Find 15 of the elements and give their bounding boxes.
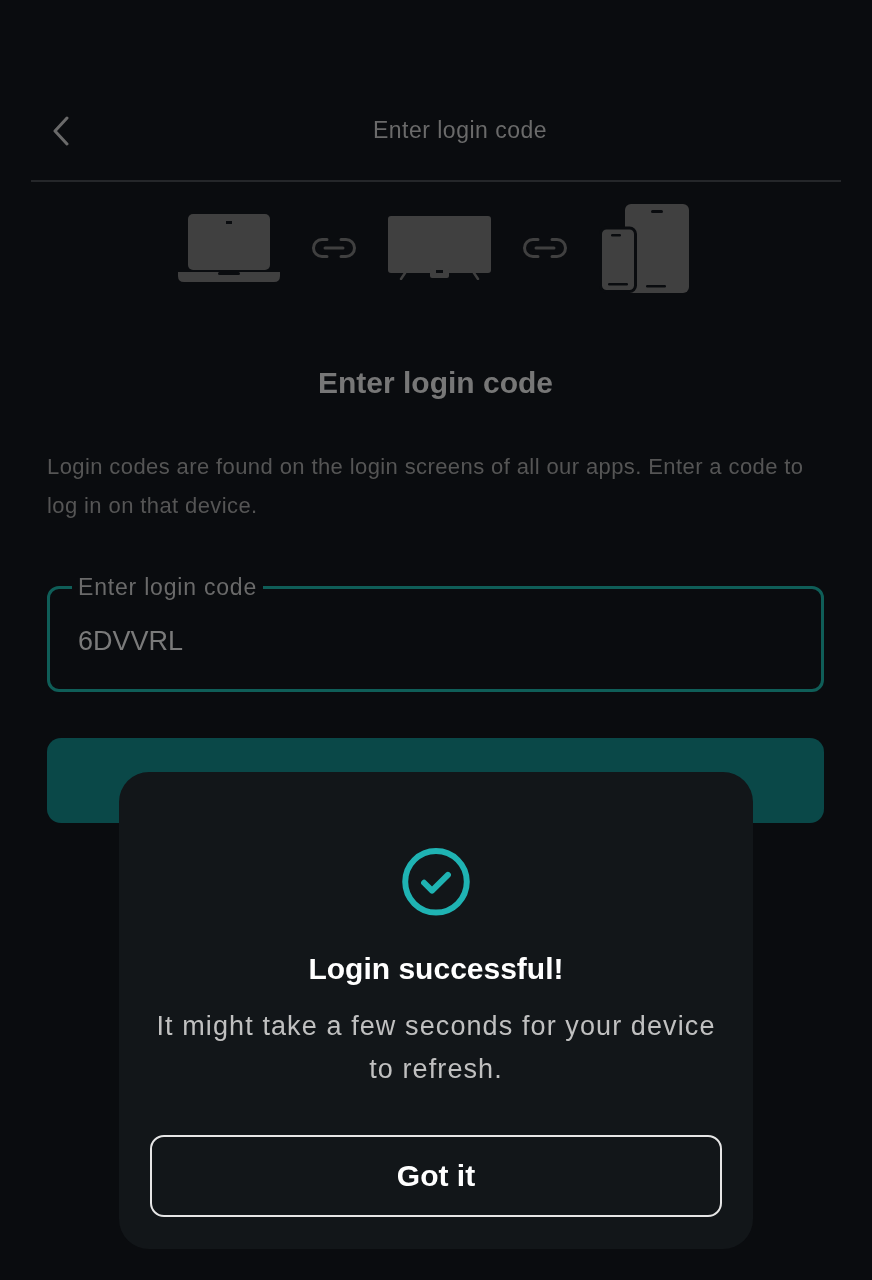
section-heading: Enter login code: [317, 366, 554, 400]
dialog-message: It might take a few seconds for your device to refresh.: [155, 1009, 717, 1086]
description-text: Login codes are found on the login screens of all our apps. Enter a code to log in on that device.: [47, 453, 805, 520]
laptop-icon: [177, 214, 280, 282]
code-input[interactable]: 6DVVRL: [78, 621, 793, 662]
back-icon: [53, 116, 69, 146]
link-icon: [310, 237, 357, 259]
code-field[interactable]: Enter login code 6DVVRL: [47, 575, 824, 692]
link-icon: [521, 237, 568, 259]
page-title: Enter login code: [372, 117, 548, 145]
field-label: Enter login code: [77, 575, 259, 599]
tv-icon: [387, 216, 491, 280]
dialog-title: Login successful!: [308, 951, 564, 986]
got-it-button[interactable]: Got it: [150, 1134, 722, 1217]
check-circle-icon: [402, 848, 470, 916]
